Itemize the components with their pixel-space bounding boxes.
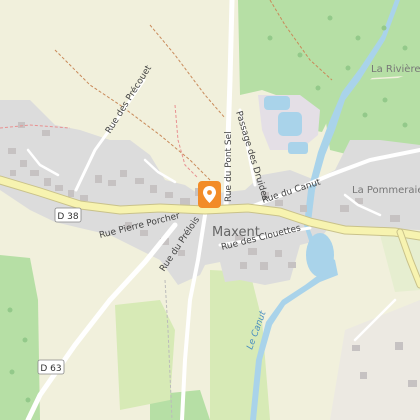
- place-label-hamlet-north: La Rivière: [371, 63, 420, 75]
- road-shield-d38: D 38: [54, 207, 82, 223]
- road-shield-d63: D 63: [37, 359, 65, 375]
- place-label-town: Maxent: [212, 225, 260, 240]
- road-ref-d63: D 63: [40, 364, 61, 374]
- road-label-north: Rue du Pont Sel: [224, 131, 234, 202]
- location-pin-icon[interactable]: [198, 181, 221, 208]
- place-label-hamlet-east: La Pommeraie: [352, 185, 420, 196]
- road-ref-d38: D 38: [57, 212, 79, 222]
- map-canvas[interactable]: D 38 D 63 Rue Pierre Porcher Rue du Pont…: [0, 0, 420, 420]
